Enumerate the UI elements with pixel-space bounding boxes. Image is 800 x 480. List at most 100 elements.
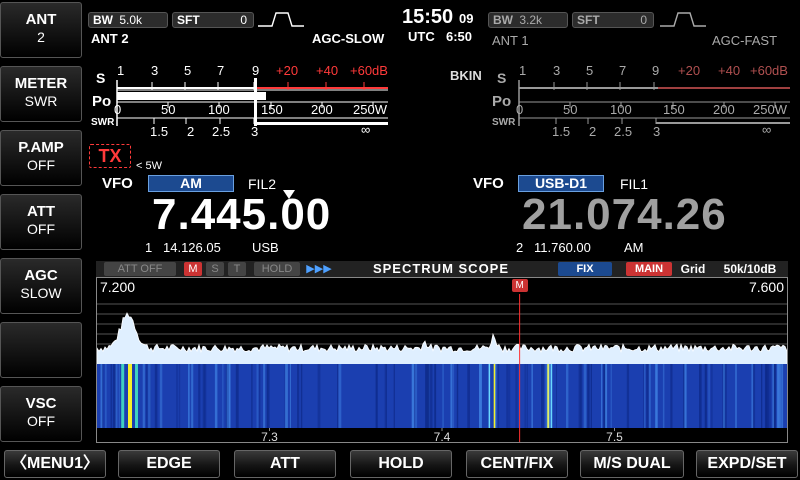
- sub-po-tick: 0: [516, 102, 524, 117]
- waterfall-stripe: [289, 364, 291, 428]
- sub-swr-tick: 1.5: [552, 124, 571, 139]
- waterfall-stripe: [411, 364, 414, 428]
- waterfall-stripe: [605, 364, 608, 428]
- waterfall-stripe: [375, 364, 378, 428]
- sub-sft-label: SFT: [577, 13, 600, 27]
- ms-dual-button[interactable]: M/S DUAL: [580, 450, 684, 478]
- clock-time: 15:50: [402, 6, 454, 28]
- waterfall-stripe: [773, 364, 776, 428]
- waterfall-stripe: [541, 364, 544, 428]
- waterfall-stripe: [506, 364, 508, 428]
- sub-sft-indicator[interactable]: SFT 0: [572, 12, 654, 28]
- main-memory-number: 1: [145, 240, 153, 255]
- waterfall-stripe: [105, 364, 107, 428]
- main-s-tick: 9: [252, 63, 260, 78]
- waterfall-stripe: [102, 364, 104, 428]
- main-po-tick: 100: [208, 102, 230, 117]
- main-bw-indicator[interactable]: BW 5.0k: [88, 12, 168, 28]
- waterfall-stripe: [337, 364, 339, 428]
- agc-button[interactable]: AGC SLOW: [0, 258, 82, 314]
- main-swr-tick: 1.5: [150, 124, 169, 139]
- main-peak-marker: [254, 78, 257, 126]
- main-s-tick: 7: [217, 63, 225, 78]
- main-sft-indicator[interactable]: SFT 0: [172, 12, 254, 28]
- expd-set-button[interactable]: EXPD/SET: [696, 450, 798, 478]
- sub-bw-value: 3.2k: [519, 13, 543, 27]
- main-swr-tick: 2: [187, 124, 195, 139]
- att-button[interactable]: ATT: [234, 450, 336, 478]
- pamp-button[interactable]: P.AMP OFF: [0, 130, 82, 186]
- waterfall-stripe: [781, 364, 784, 428]
- sub-bw-indicator[interactable]: BW 3.2k: [488, 12, 568, 28]
- blank-side-button[interactable]: [0, 322, 82, 378]
- waterfall-stripe: [285, 364, 287, 428]
- main-swr-tick: 2.5: [212, 124, 231, 139]
- tx-power-label: < 5W: [136, 160, 162, 172]
- utc-time: 6:50: [446, 29, 473, 44]
- main-po-bar: [117, 92, 266, 100]
- waterfall-stripe: [704, 364, 707, 428]
- waterfall-stripe: [429, 364, 431, 428]
- spectrum-scope[interactable]: 7.200 7.600 M 7.3 7.4 7.5: [96, 277, 788, 443]
- sub-frequency[interactable]: 21.074.26: [522, 190, 727, 240]
- main-memory-frequency: 14.126.05: [163, 240, 221, 255]
- sub-s-tick: 1: [519, 63, 527, 78]
- waterfall-stripe: [626, 364, 630, 428]
- waterfall-signal: [128, 364, 132, 428]
- scope-grid-label: Grid: [680, 262, 706, 276]
- waterfall-stripe: [176, 364, 178, 428]
- sub-swr-tick: 3: [653, 124, 661, 139]
- menu1-button[interactable]: 〈MENU1〉: [4, 450, 106, 478]
- waterfall-signal: [121, 364, 125, 428]
- waterfall-stripe: [670, 364, 673, 428]
- waterfall-stripe: [297, 364, 300, 428]
- waterfall-stripe: [515, 364, 518, 428]
- waterfall-stripe: [456, 364, 459, 428]
- waterfall-stripe: [643, 364, 645, 428]
- waterfall-stripe: [338, 364, 342, 428]
- waterfall-stripe: [724, 364, 727, 428]
- sub-bw-label: BW: [493, 13, 513, 27]
- edge-button[interactable]: EDGE: [118, 450, 220, 478]
- sub-swr-tick: 2: [589, 124, 597, 139]
- waterfall-signal: [135, 364, 138, 428]
- main-po-tick: 150: [261, 102, 283, 117]
- waterfall-display: [97, 364, 787, 428]
- main-s-tick: 5: [184, 63, 192, 78]
- waterfall-stripe: [526, 364, 528, 428]
- scope-sweep-arrows-icon: ▶▶▶: [306, 263, 332, 275]
- waterfall-stripe: [583, 364, 587, 428]
- sub-swr-tick: 2.5: [614, 124, 633, 139]
- waterfall-stripe: [142, 364, 145, 428]
- waterfall-stripe: [118, 364, 121, 428]
- sub-s-tick: 5: [586, 63, 594, 78]
- meter-button-value: SWR: [24, 93, 58, 109]
- scope-marker-tag: M: [511, 279, 528, 292]
- main-po-tick: 250W: [353, 102, 387, 117]
- waterfall-stripe: [648, 364, 651, 428]
- waterfall-stripe: [198, 364, 201, 428]
- main-swr-tick: ∞: [361, 122, 371, 137]
- scope-right-edge-freq: 7.600: [748, 279, 784, 295]
- ant-button[interactable]: ANT 2: [0, 2, 82, 58]
- sub-po-label: Po: [492, 93, 512, 110]
- att-side-button[interactable]: ATT OFF: [0, 194, 82, 250]
- waterfall-signal: [547, 364, 550, 428]
- scope-main-indicator: MAIN: [626, 262, 672, 276]
- main-filter-shape-icon: [258, 12, 304, 27]
- sub-ant-label: ANT 1: [492, 33, 529, 48]
- main-frequency[interactable]: 7.445.00: [152, 190, 331, 240]
- sub-s-tick: +20: [678, 63, 701, 78]
- cent-fix-button[interactable]: CENT/FIX: [466, 450, 568, 478]
- waterfall-stripe: [258, 364, 261, 428]
- utc-label: UTC: [408, 29, 435, 44]
- ant-button-title: ANT: [25, 11, 57, 28]
- vsc-button[interactable]: VSC OFF: [0, 386, 82, 442]
- hold-button[interactable]: HOLD: [350, 450, 452, 478]
- waterfall-stripe: [556, 364, 557, 428]
- waterfall-stripe: [644, 364, 646, 428]
- waterfall-stripe: [778, 364, 781, 428]
- main-meter-scale: [116, 78, 388, 126]
- meter-button[interactable]: METER SWR: [0, 66, 82, 122]
- sub-vfo-label: VFO: [473, 175, 504, 192]
